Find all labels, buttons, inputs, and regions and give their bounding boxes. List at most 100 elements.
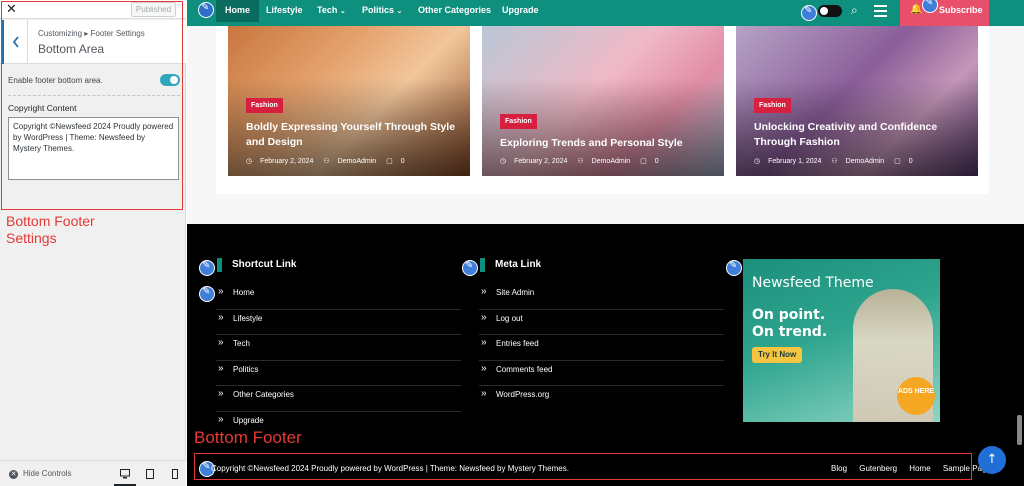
enable-footer-label: Enable footer bottom area. [8,76,103,85]
footer-link[interactable]: Comments feed [479,360,724,386]
user-icon: ⚇ [323,158,330,165]
chevron-down-icon: ⌄ [339,8,346,15]
post-title[interactable]: Unlocking Creativity and Confidence Thro… [754,120,969,150]
customizer-footer: ✕ Hide Controls [0,460,186,486]
customizer-sidebar: ✕ Published Customizing ▸ Footer Setting… [0,0,186,486]
footer-link[interactable]: Entries feed [479,334,724,361]
calendar-icon: ◷ [754,158,761,165]
copyright-content-label: Copyright Content [8,103,77,113]
post-meta: ◷ February 2, 2024 ⚇ DemoAdmin ▢ 0 [246,157,413,165]
card-image [482,26,724,176]
hide-controls-label: Hide Controls [23,469,72,478]
nav-item-home[interactable]: Home [216,0,260,22]
comment-icon: ▢ [386,158,393,165]
pencil-edit-icon[interactable] [199,286,215,302]
footer-bottom-link[interactable]: Home [909,464,930,473]
close-icon[interactable]: ✕ [6,1,17,17]
nav-item-lifestyle[interactable]: Lifestyle [266,0,303,26]
pencil-edit-icon[interactable] [801,5,817,21]
footer-link[interactable]: Other Categories [216,385,461,412]
chevron-left-icon [12,36,19,48]
post-date: February 2, 2024 [260,158,314,165]
nav-item-politics[interactable]: Politics ⌄ [362,0,402,26]
subscribe-button[interactable]: 🔔 Subscribe [900,0,989,26]
heading-accent [217,258,222,272]
post-comments: 0 [908,158,913,165]
meta-link-list: Site Admin Log out Entries feed Comments… [479,283,724,412]
post-author[interactable]: DemoAdmin [592,158,631,165]
desktop-preview-icon[interactable] [120,469,130,479]
customizer-topbar: ✕ Published [0,0,186,19]
nav-item-politics-label: Politics [362,5,395,15]
post-title[interactable]: Exploring Trends and Personal Style [500,136,715,151]
post-card[interactable]: Fashion Unlocking Creativity and Confide… [736,26,978,176]
arrow-up-icon[interactable]: ↑ [978,446,1006,474]
ad-banner[interactable]: Newsfeed Theme On point. On trend. Try I… [743,259,940,422]
post-date: February 2, 2024 [514,158,568,165]
comment-icon: ▢ [640,158,647,165]
divider [8,95,180,96]
user-icon: ⚇ [577,158,584,165]
category-badge[interactable]: Fashion [500,114,537,129]
footer-link[interactable]: WordPress.org [479,385,724,412]
search-icon[interactable]: ⌕ [851,3,858,18]
post-grid: Fashion Boldly Expressing Yourself Throu… [216,26,989,194]
footer-link[interactable]: Site Admin [479,283,724,310]
footer-link[interactable]: Lifestyle [216,309,461,335]
pencil-edit-icon[interactable] [462,260,478,276]
category-badge[interactable]: Fashion [754,98,791,113]
tablet-preview-icon[interactable] [145,469,155,479]
top-navigation: Home Lifestyle Tech ⌄ Politics ⌄ Other C… [187,0,1024,26]
hamburger-menu-icon[interactable] [874,5,887,17]
footer-copyright: Copyright ©Newsfeed 2024 Proudly powered… [211,464,569,473]
ad-tagline-2: On trend. [752,324,828,340]
site-preview: Home Lifestyle Tech ⌄ Politics ⌄ Other C… [187,0,1024,486]
published-button[interactable]: Published [131,2,176,17]
footer-bottom-link[interactable]: Gutenberg [859,464,897,473]
post-date: February 1, 2024 [768,158,822,165]
post-comments: 0 [400,158,405,165]
site-footer: Shortcut Link Home Lifestyle Tech Politi… [187,224,1024,486]
post-comments: 0 [654,158,659,165]
dark-mode-toggle[interactable] [818,5,842,17]
category-badge[interactable]: Fashion [246,98,283,113]
pencil-edit-icon[interactable] [726,260,742,276]
nav-item-upgrade[interactable]: Upgrade [502,0,539,26]
post-title[interactable]: Boldly Expressing Yourself Through Style… [246,120,461,150]
hide-controls-button[interactable]: ✕ Hide Controls [9,469,71,479]
nav-item-other-categories[interactable]: Other Categories [418,0,491,26]
ad-cta-button[interactable]: Try It Now [752,347,803,363]
footer-link[interactable]: Tech [216,334,461,361]
ad-title: Newsfeed Theme [752,275,874,291]
enable-footer-row: Enable footer bottom area. [8,72,180,90]
post-card[interactable]: Fashion Boldly Expressing Yourself Throu… [228,26,470,176]
footer-link[interactable]: Politics [216,360,461,386]
pencil-edit-icon[interactable] [198,2,214,18]
breadcrumb: Customizing ▸ Footer Settings [38,29,145,38]
enable-footer-toggle[interactable] [160,74,180,86]
post-author[interactable]: DemoAdmin [338,158,377,165]
nav-item-tech-label: Tech [317,5,338,15]
annotation-label: Bottom Footer Settings [6,213,95,246]
post-author[interactable]: DemoAdmin [846,158,885,165]
copyright-content-textarea[interactable]: Copyright ©Newsfeed 2024 Proudly powered… [8,117,179,180]
footer-link[interactable]: Log out [479,309,724,335]
post-meta: ◷ February 2, 2024 ⚇ DemoAdmin ▢ 0 [500,157,667,165]
nav-item-tech[interactable]: Tech ⌄ [317,0,346,26]
pencil-edit-icon[interactable] [922,0,938,13]
mobile-preview-icon[interactable] [170,469,180,479]
footer-link[interactable]: Home [216,283,461,310]
pencil-edit-icon[interactable] [199,260,215,276]
post-card[interactable]: Fashion Exploring Trends and Personal St… [482,26,724,176]
ad-tagline-1: On point. [752,307,826,323]
chevron-down-icon: ⌄ [396,8,403,15]
user-icon: ⚇ [831,158,838,165]
back-button[interactable] [1,20,28,64]
footer-bottom-links: Blog Gutenberg Home Sample Page [831,464,1001,473]
section-title: Bottom Area [38,42,105,56]
footer-bottom-link[interactable]: Blog [831,464,847,473]
shortcut-link-list: Home Lifestyle Tech Politics Other Categ… [216,283,461,437]
bell-icon: 🔔 [910,4,923,15]
section-header: Customizing ▸ Footer Settings Bottom Are… [0,20,186,64]
scrollbar[interactable] [1017,415,1022,445]
